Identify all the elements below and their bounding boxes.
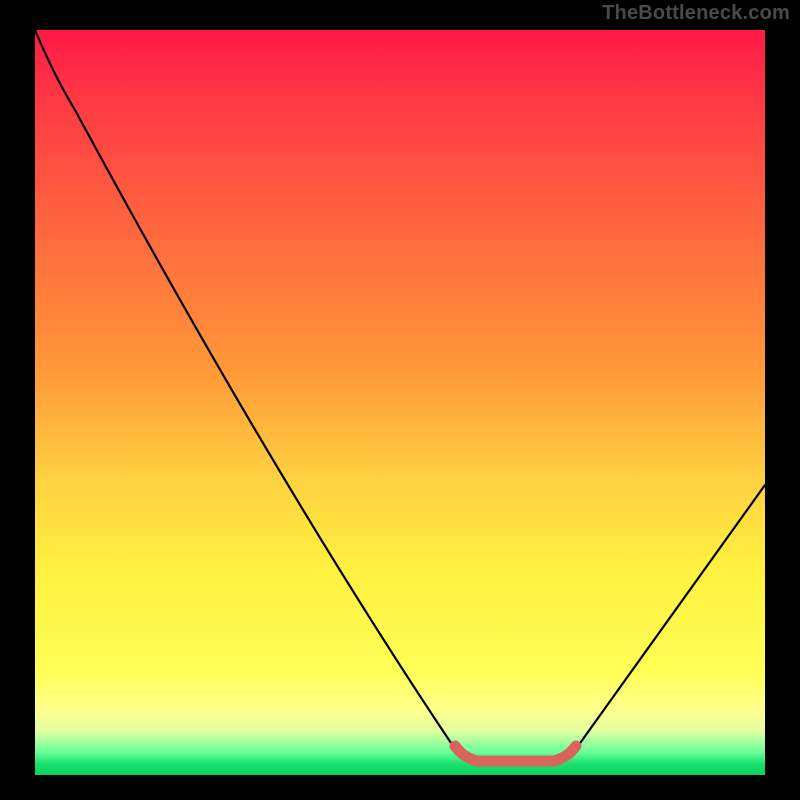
bottleneck-curve: [35, 30, 765, 761]
curve-layer: [35, 30, 765, 775]
chart-frame: TheBottleneck.com: [0, 0, 800, 800]
valley-highlight: [455, 746, 576, 761]
plot-area: [35, 30, 765, 775]
attribution-text: TheBottleneck.com: [602, 2, 790, 25]
